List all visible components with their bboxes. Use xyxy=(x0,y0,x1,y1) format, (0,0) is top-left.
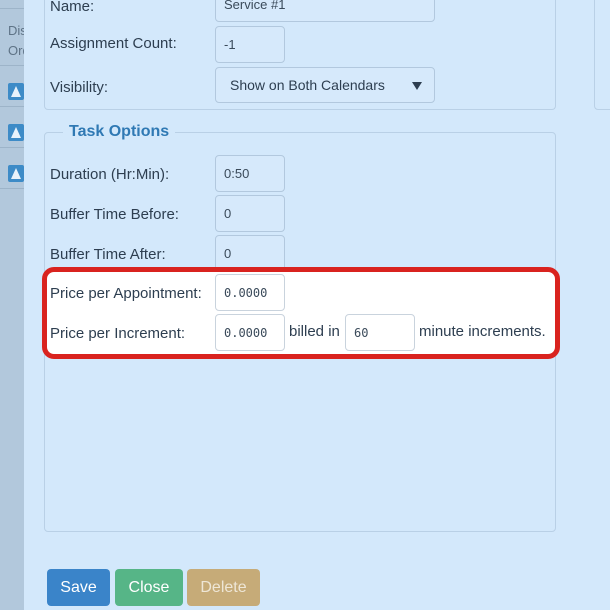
move-up-icon[interactable] xyxy=(8,83,24,100)
service-edit-modal: Name: Service #1 Assignment Count: -1 Vi… xyxy=(24,0,610,610)
move-up-icon[interactable] xyxy=(8,124,24,141)
background-table-row xyxy=(0,66,24,107)
name-label: Name: xyxy=(50,0,95,15)
visibility-selected-value: Show on Both Calendars xyxy=(230,77,385,93)
visibility-select[interactable]: Show on Both Calendars xyxy=(215,67,435,103)
name-input[interactable]: Service #1 xyxy=(215,0,435,22)
buffer-before-label: Buffer Time Before: xyxy=(50,206,179,223)
price-per-increment-input[interactable]: 0.0000 xyxy=(215,314,285,351)
close-button[interactable]: Close xyxy=(115,569,183,606)
background-table-panel: Dis Ord xyxy=(0,0,24,610)
assignment-count-label: Assignment Count: xyxy=(50,35,177,52)
buffer-before-input[interactable]: 0 xyxy=(215,195,285,232)
task-options-legend: Task Options xyxy=(63,123,176,141)
price-highlight-box xyxy=(42,267,560,359)
increment-minutes-input[interactable]: 60 xyxy=(345,314,415,351)
price-per-appointment-label: Price per Appointment: xyxy=(50,285,202,302)
assignment-count-input[interactable]: -1 xyxy=(215,26,285,63)
price-per-increment-label: Price per Increment: xyxy=(50,325,186,342)
background-table-row xyxy=(0,148,24,189)
buffer-after-label: Buffer Time After: xyxy=(50,246,166,263)
duration-input[interactable]: 0:50 xyxy=(215,155,285,192)
display-order-header: Dis Ord xyxy=(8,23,24,58)
chevron-down-icon xyxy=(412,82,422,90)
billed-in-text: billed in xyxy=(289,323,340,340)
minute-increments-text: minute increments. xyxy=(419,323,546,340)
background-table-row xyxy=(0,107,24,148)
move-up-icon[interactable] xyxy=(8,165,24,182)
visibility-label: Visibility: xyxy=(50,79,109,96)
price-per-appointment-input[interactable]: 0.0000 xyxy=(215,274,285,311)
save-button[interactable]: Save xyxy=(47,569,110,606)
duration-label: Duration (Hr:Min): xyxy=(50,166,170,183)
side-fieldset xyxy=(594,0,610,110)
background-table-header: Dis Ord xyxy=(0,8,24,66)
delete-button[interactable]: Delete xyxy=(187,569,260,606)
